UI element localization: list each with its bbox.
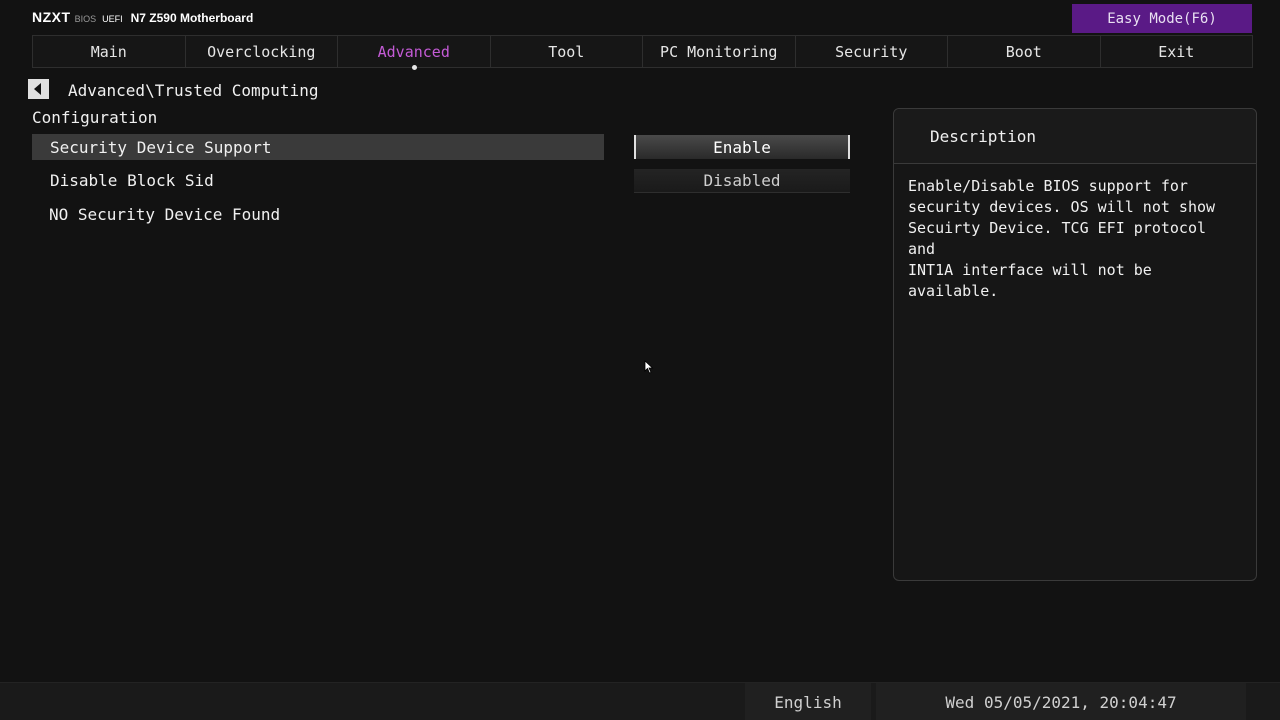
easy-mode-button[interactable]: Easy Mode(F6) bbox=[1072, 4, 1252, 33]
tab-pc-monitoring[interactable]: PC Monitoring bbox=[642, 36, 795, 67]
brand-header: NZXT BIOS UEFI N7 Z590 Motherboard bbox=[32, 9, 253, 27]
status-bar: English Wed 05/05/2021, 20:04:47 bbox=[0, 682, 1280, 720]
tab-tool[interactable]: Tool bbox=[489, 36, 643, 67]
main-tabs: Main Overclocking Advanced Tool PC Monit… bbox=[32, 35, 1253, 70]
model-name: N7 Z590 Motherboard bbox=[130, 11, 254, 25]
disable-block-sid-value[interactable]: Disabled bbox=[634, 169, 850, 193]
datetime-display: Wed 05/05/2021, 20:04:47 bbox=[876, 683, 1246, 720]
uefi-label: UEFI bbox=[102, 14, 123, 24]
tab-overclocking[interactable]: Overclocking bbox=[184, 36, 338, 67]
setting-label: Disable Block Sid bbox=[50, 170, 214, 190]
breadcrumb: Advanced\Trusted Computing bbox=[68, 80, 319, 100]
tab-main[interactable]: Main bbox=[32, 36, 185, 67]
bios-label: BIOS bbox=[74, 14, 97, 24]
tab-advanced[interactable]: Advanced bbox=[337, 36, 490, 70]
back-button[interactable] bbox=[28, 79, 49, 99]
bios-screen: NZXT BIOS UEFI N7 Z590 Motherboard Easy … bbox=[0, 0, 1280, 720]
tab-exit[interactable]: Exit bbox=[1099, 36, 1253, 67]
language-selector[interactable]: English bbox=[745, 683, 871, 720]
back-arrow-icon bbox=[34, 83, 41, 95]
description-text: Enable/Disable BIOS support for security… bbox=[908, 177, 1216, 300]
setting-row-disable-block-sid[interactable]: Disable Block Sid bbox=[32, 167, 604, 193]
security-device-support-value[interactable]: Enable bbox=[634, 135, 850, 159]
tab-boot[interactable]: Boot bbox=[947, 36, 1100, 67]
description-title: Description bbox=[894, 109, 1256, 164]
section-title: Configuration bbox=[32, 108, 158, 127]
nzxt-logo: NZXT bbox=[32, 9, 71, 25]
setting-label: Security Device Support bbox=[50, 137, 272, 157]
setting-row-security-device-support[interactable]: Security Device Support bbox=[32, 134, 604, 160]
description-panel: Description Enable/Disable BIOS support … bbox=[893, 108, 1257, 581]
setting-row-no-security-device: NO Security Device Found bbox=[32, 201, 604, 227]
setting-label: NO Security Device Found bbox=[49, 204, 281, 224]
tab-security[interactable]: Security bbox=[794, 36, 948, 67]
